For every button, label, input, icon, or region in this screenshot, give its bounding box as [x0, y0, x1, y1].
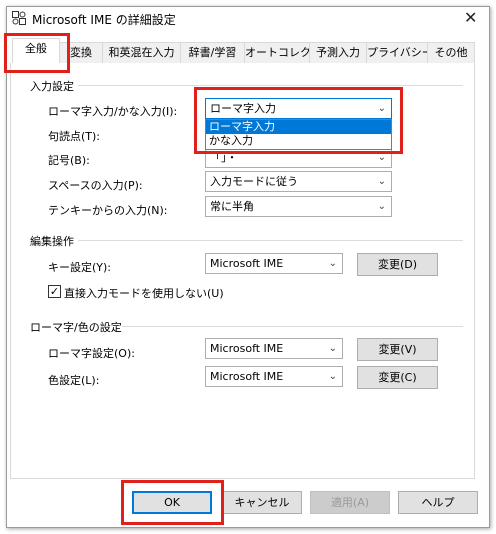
cancel-button[interactable]: キャンセル	[222, 491, 302, 514]
tab-autocorrect[interactable]: オートコレクト	[244, 42, 310, 63]
chevron-down-icon: ⌄	[377, 201, 386, 212]
tab-label: オートコレクト	[245, 46, 310, 59]
tab-label: プライバシー	[367, 46, 428, 59]
tab-label: その他	[434, 46, 468, 59]
callout-ok-button	[121, 480, 224, 525]
apply-button: 適用(A)	[310, 491, 390, 514]
direct-input-label[interactable]: 直接入力モードを使用しない(U)	[64, 285, 224, 301]
romaji-kana-label: ローマ字入力/かな入力(I):	[48, 105, 178, 118]
window-title: Microsoft IME の詳細設定	[32, 13, 176, 27]
tab-mixed-input[interactable]: 和英混在入力	[102, 42, 181, 63]
callout-romaji-dropdown	[194, 87, 403, 154]
romaji-setting-select[interactable]: Microsoft IME ⌄	[205, 338, 343, 359]
space-input-select[interactable]: 入力モードに従う ⌄	[205, 171, 392, 192]
tenkey-select[interactable]: 常に半角 ⌄	[205, 196, 392, 217]
tab-label: 予測入力	[316, 46, 360, 59]
chevron-down-icon: ⌄	[328, 258, 337, 269]
group-divider	[115, 326, 463, 327]
key-setting-label: キー設定(Y):	[48, 261, 112, 274]
romaji-setting-label: ローマ字設定(O):	[48, 347, 135, 360]
tab-privacy[interactable]: プライバシー	[366, 42, 428, 63]
key-setting-change-button[interactable]: 変更(D)	[357, 253, 438, 276]
tab-other[interactable]: その他	[427, 42, 475, 63]
color-change-button[interactable]: 変更(C)	[357, 366, 438, 389]
space-input-value: 入力モードに従う	[210, 175, 298, 188]
app-icon	[12, 11, 26, 25]
chevron-down-icon: ⌄	[377, 176, 386, 187]
punctuation-label: 句読点(T):	[48, 130, 101, 143]
color-setting-label: 色設定(L):	[48, 374, 100, 387]
chevron-down-icon: ⌄	[328, 343, 337, 354]
help-button[interactable]: ヘルプ	[398, 491, 478, 514]
group-divider	[78, 240, 463, 241]
key-setting-select[interactable]: Microsoft IME ⌄	[205, 253, 343, 274]
space-input-label: スペースの入力(P):	[48, 179, 143, 192]
tab-label: 辞書/学習	[188, 46, 237, 59]
group-title-edit: 編集操作	[30, 233, 74, 249]
tenkey-label: テンキーからの入力(N):	[48, 204, 168, 217]
tab-label: 変換	[70, 46, 92, 59]
romaji-setting-value: Microsoft IME	[210, 342, 284, 355]
tab-label: 和英混在入力	[108, 46, 175, 59]
color-setting-select[interactable]: Microsoft IME ⌄	[205, 366, 343, 387]
symbol-label: 記号(B):	[48, 154, 90, 167]
group-title-input: 入力設定	[30, 78, 74, 94]
key-setting-value: Microsoft IME	[210, 257, 284, 270]
group-title-romaji-color: ローマ字/色の設定	[30, 319, 122, 335]
tab-dictionary[interactable]: 辞書/学習	[180, 42, 245, 63]
chevron-down-icon: ⌄	[328, 371, 337, 382]
close-icon[interactable]: ✕	[464, 8, 477, 27]
callout-general-tab	[4, 33, 70, 73]
group-divider	[78, 85, 463, 86]
romaji-change-button[interactable]: 変更(V)	[357, 338, 438, 361]
tenkey-value: 常に半角	[210, 200, 254, 213]
direct-input-checkbox[interactable]: ✓	[48, 285, 61, 298]
color-setting-value: Microsoft IME	[210, 370, 284, 383]
tab-prediction[interactable]: 予測入力	[309, 42, 367, 63]
